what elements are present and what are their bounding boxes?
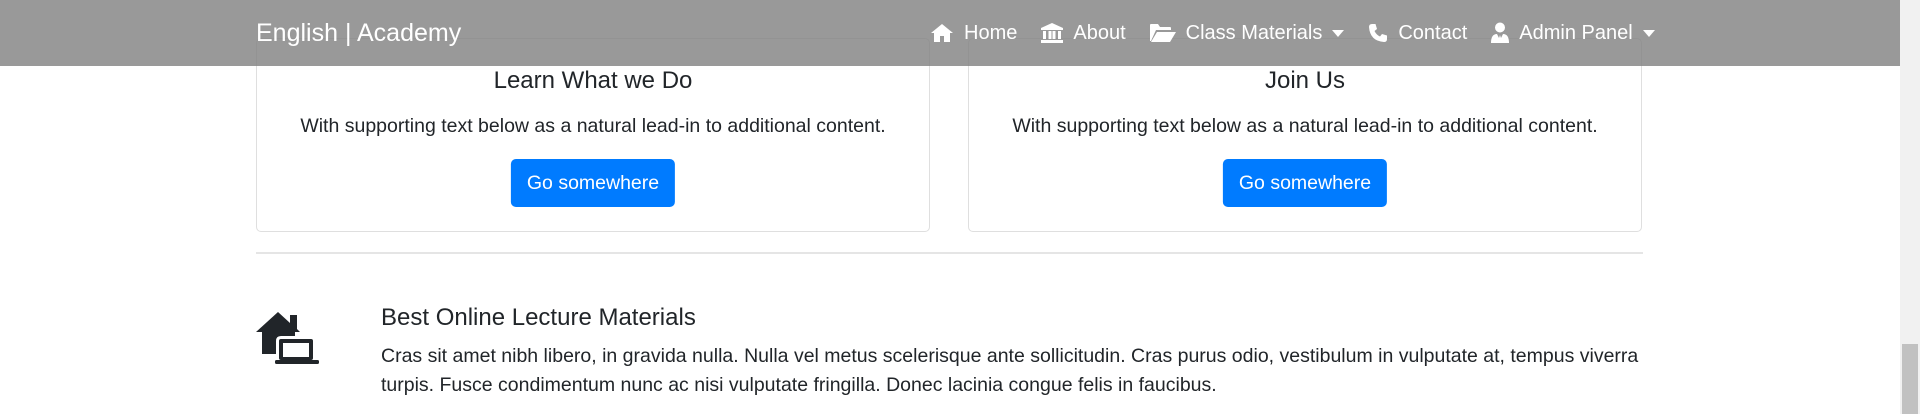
folder-open-icon bbox=[1149, 24, 1176, 42]
card-join: Join Us With supporting text below as a … bbox=[968, 38, 1642, 232]
phone-icon bbox=[1369, 24, 1388, 42]
nav-label: Home bbox=[964, 21, 1018, 44]
top-navbar: English | Academy Home About Class Mater… bbox=[0, 0, 1900, 66]
card-title: Join Us bbox=[1264, 67, 1346, 94]
nav-label: Contact bbox=[1398, 21, 1468, 44]
nav-label: About bbox=[1073, 21, 1126, 44]
brand-logo[interactable]: English | Academy bbox=[256, 18, 461, 48]
nav-item-home[interactable]: Home bbox=[930, 22, 1017, 45]
feature-description: Cras sit amet nibh libero, in gravida nu… bbox=[381, 345, 1639, 397]
nav-menu: Home About Class Materials Contact Admin… bbox=[930, 0, 1655, 66]
home-icon bbox=[931, 24, 953, 42]
user-tie-icon bbox=[1491, 22, 1510, 43]
scrollbar-thumb[interactable] bbox=[1902, 344, 1918, 414]
nav-label: Class Materials bbox=[1185, 21, 1323, 44]
nav-item-about[interactable]: About bbox=[1041, 21, 1126, 45]
card-title: Learn What we Do bbox=[493, 67, 693, 94]
nav-item-admin-panel[interactable]: Admin Panel bbox=[1491, 21, 1655, 45]
laptop-house-icon bbox=[256, 312, 319, 364]
go-somewhere-button[interactable]: Go somewhere bbox=[510, 159, 676, 207]
bank-icon bbox=[1041, 23, 1064, 43]
go-somewhere-button[interactable]: Go somewhere bbox=[1222, 159, 1388, 207]
feature-title: Best Online Lecture Materials bbox=[381, 304, 696, 331]
nav-item-class-materials[interactable]: Class Materials bbox=[1149, 21, 1345, 45]
vertical-scrollbar[interactable] bbox=[1900, 0, 1920, 414]
card-learn: Learn What we Do With supporting text be… bbox=[256, 38, 930, 232]
card-text: With supporting text below as a natural … bbox=[1012, 115, 1598, 137]
chevron-down-icon bbox=[1332, 29, 1345, 37]
card-text: With supporting text below as a natural … bbox=[300, 115, 886, 137]
nav-label: Admin Panel bbox=[1519, 21, 1633, 44]
section-divider bbox=[256, 252, 1643, 254]
chevron-down-icon bbox=[1642, 29, 1655, 37]
nav-item-contact[interactable]: Contact bbox=[1368, 22, 1467, 45]
